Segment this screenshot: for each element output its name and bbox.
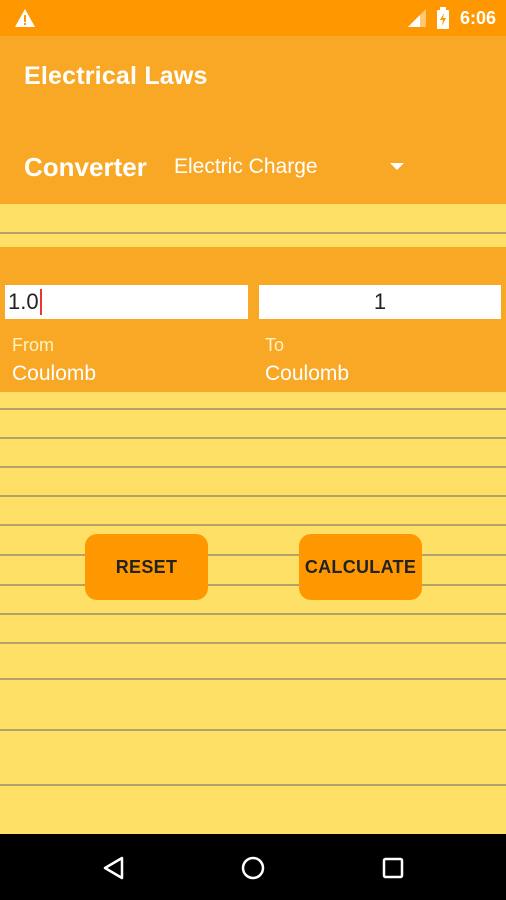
from-value-text: 1.0 xyxy=(8,289,39,314)
navigation-bar xyxy=(0,834,506,900)
to-value-output[interactable]: 1 xyxy=(259,285,501,319)
divider xyxy=(0,495,506,497)
to-value-text: 1 xyxy=(373,289,387,314)
quantity-spinner-value: Electric Charge xyxy=(174,155,318,178)
status-bar: 6:06 xyxy=(0,0,506,36)
app-title: Electrical Laws xyxy=(24,62,208,90)
to-unit-selector[interactable]: Coulomb xyxy=(265,362,349,386)
back-icon[interactable] xyxy=(92,846,136,890)
divider xyxy=(0,554,506,556)
recents-icon[interactable] xyxy=(371,846,415,890)
reset-button[interactable]: RESET xyxy=(85,534,208,600)
from-value-input[interactable]: 1.0 xyxy=(5,285,248,319)
dropdown-arrow-icon xyxy=(390,163,404,170)
conversion-panel: 1.0 1 From To Coulomb Coulomb xyxy=(0,247,506,392)
signal-icon xyxy=(407,9,426,27)
warning-icon xyxy=(15,9,35,27)
status-time: 6:06 xyxy=(459,7,496,28)
calculate-button[interactable]: CALCULATE xyxy=(299,534,422,600)
divider xyxy=(0,642,506,644)
from-unit-selector[interactable]: Coulomb xyxy=(12,362,96,386)
text-cursor xyxy=(39,289,42,315)
app-bar: Electrical Laws Converter Electric Charg… xyxy=(0,36,506,204)
divider xyxy=(0,613,506,615)
divider xyxy=(0,466,506,468)
divider xyxy=(0,232,506,234)
converter-label: Converter xyxy=(24,152,147,182)
divider xyxy=(0,408,506,410)
from-label: From xyxy=(12,335,54,355)
battery-icon xyxy=(436,7,449,29)
status-icons: 6:06 xyxy=(406,0,496,36)
home-icon[interactable] xyxy=(231,846,275,890)
to-label: To xyxy=(265,335,285,355)
divider xyxy=(0,584,506,586)
divider xyxy=(0,784,506,786)
divider xyxy=(0,729,506,731)
quantity-spinner[interactable]: Electric Charge xyxy=(174,150,414,184)
divider xyxy=(0,524,506,526)
divider xyxy=(0,437,506,439)
divider xyxy=(0,678,506,680)
